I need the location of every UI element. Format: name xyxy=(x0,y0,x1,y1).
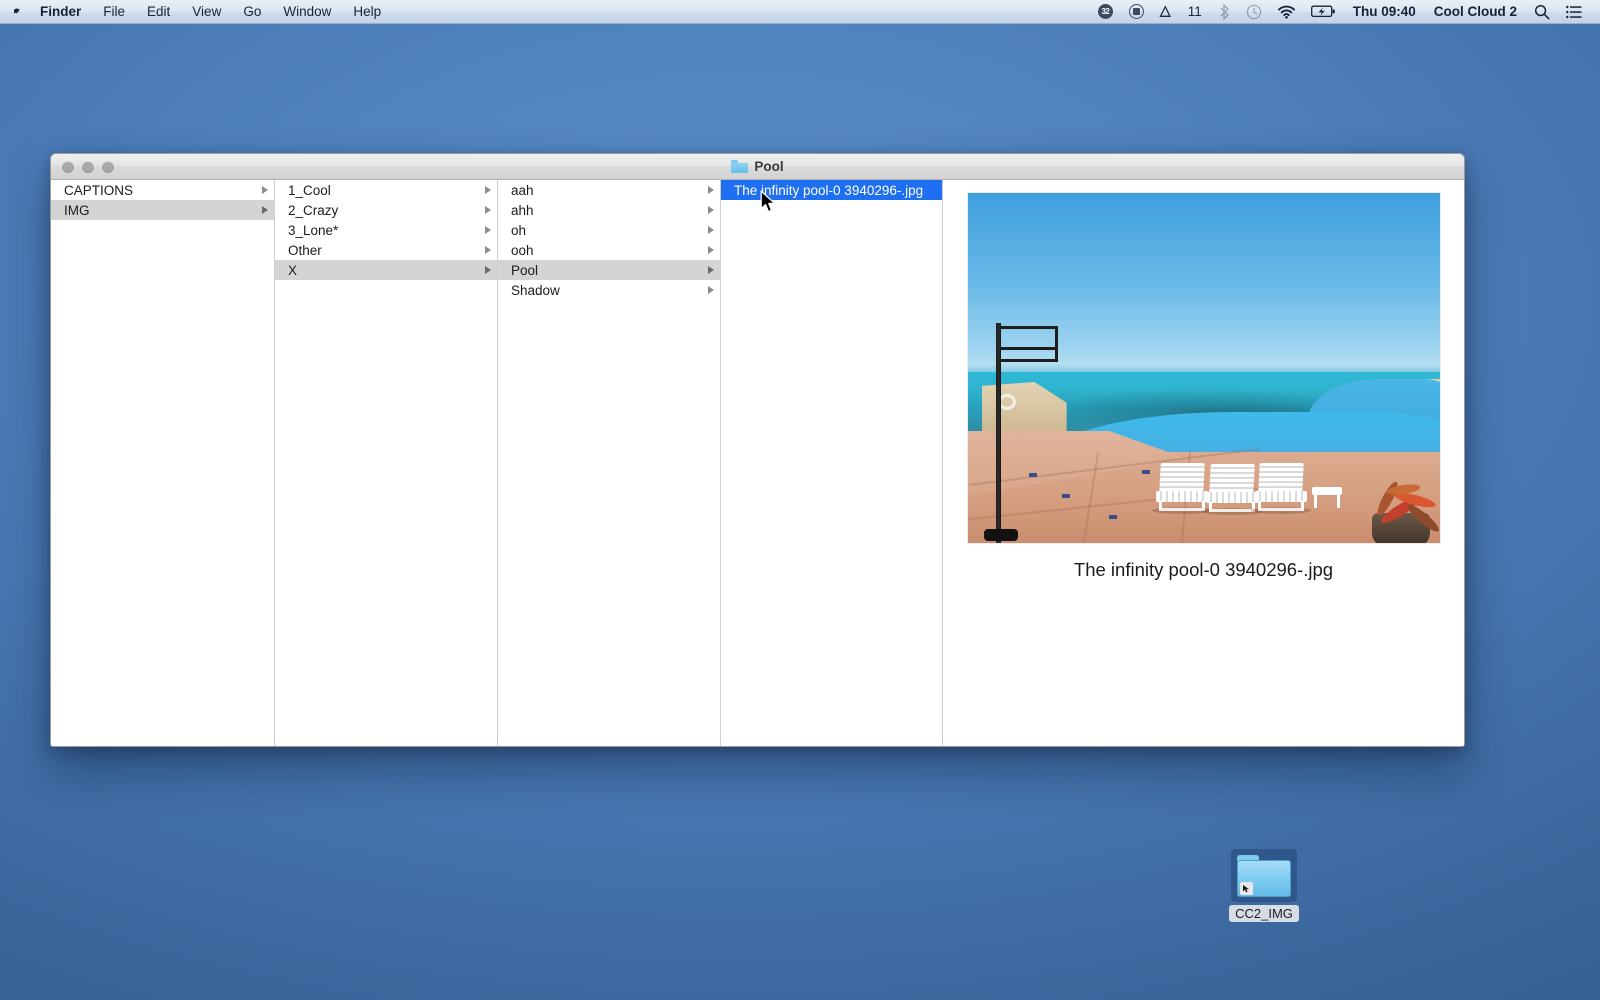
menu-item-file[interactable]: File xyxy=(92,0,136,24)
minimize-button[interactable] xyxy=(82,160,94,173)
list-item-x[interactable]: X xyxy=(275,260,497,280)
menu-item-go[interactable]: Go xyxy=(232,0,272,24)
list-item-aah[interactable]: aah xyxy=(498,180,720,200)
list-item-ahh[interactable]: ahh xyxy=(498,200,720,220)
alias-badge-icon xyxy=(1240,881,1253,895)
adobe-a-icon[interactable]: △ xyxy=(1152,0,1179,24)
list-item-label: IMG xyxy=(64,202,90,218)
list-item-oh[interactable]: oh xyxy=(498,220,720,240)
desktop-icon-label: CC2_IMG xyxy=(1229,905,1299,922)
list-item-label: ooh xyxy=(511,242,534,258)
disclosure-arrow-icon xyxy=(485,266,491,274)
list-item-label: The infinity pool-0 3940296-.jpg xyxy=(734,182,924,198)
disclosure-arrow-icon xyxy=(708,186,714,194)
browser-column-1[interactable]: CAPTIONS IMG xyxy=(51,180,275,746)
menu-item-view[interactable]: View xyxy=(181,0,232,24)
window-title-text: Pool xyxy=(754,159,784,174)
list-item-pool[interactable]: Pool xyxy=(498,260,720,280)
menu-user-name[interactable]: Cool Cloud 2 xyxy=(1425,0,1526,24)
apple-logo-icon[interactable] xyxy=(14,3,29,21)
list-item-2-crazy[interactable]: 2_Crazy xyxy=(275,200,497,220)
list-item-label: 2_Crazy xyxy=(288,202,339,218)
disclosure-arrow-icon xyxy=(262,206,268,214)
list-item-label: ahh xyxy=(511,202,534,218)
menu-item-help[interactable]: Help xyxy=(342,0,392,24)
disclosure-arrow-icon xyxy=(485,246,491,254)
menu-clock[interactable]: Thu 09:40 xyxy=(1344,0,1425,24)
notification-center-icon[interactable] xyxy=(1558,0,1590,24)
browser-column-3[interactable]: aah ahh oh ooh Pool Shadow xyxy=(498,180,721,746)
list-item-label: X xyxy=(288,262,298,278)
folder-icon xyxy=(731,160,749,173)
list-item-label: Shadow xyxy=(511,282,560,298)
traffic-lights xyxy=(51,160,114,173)
disclosure-arrow-icon xyxy=(485,206,491,214)
menu-item-finder[interactable]: Finder xyxy=(29,0,92,24)
zoom-button[interactable] xyxy=(102,160,114,173)
finder-window[interactable]: Pool CAPTIONS IMG 1_Cool 2_Crazy 3_Lone*… xyxy=(50,153,1465,747)
list-item-ooh[interactable]: ooh xyxy=(498,240,720,260)
window-title: Pool xyxy=(51,159,1464,174)
lounge-chair xyxy=(1201,464,1262,516)
badge-count-value: 32 xyxy=(1097,4,1113,19)
list-item-1-cool[interactable]: 1_Cool xyxy=(275,180,497,200)
list-item-shadow[interactable]: Shadow xyxy=(498,280,720,300)
browser-column-2[interactable]: 1_Cool 2_Crazy 3_Lone* Other X xyxy=(275,180,498,746)
menu-item-window[interactable]: Window xyxy=(272,0,342,24)
battery-charging-icon[interactable] xyxy=(1303,0,1344,24)
list-item-label: CAPTIONS xyxy=(64,182,134,198)
browser-column-4[interactable]: The infinity pool-0 3940296-.jpg xyxy=(721,180,943,746)
badge-count-icon[interactable]: 32 xyxy=(1090,0,1121,24)
disclosure-arrow-icon xyxy=(485,186,491,194)
list-item-captions[interactable]: CAPTIONS xyxy=(51,180,274,200)
disclosure-arrow-icon xyxy=(708,226,714,234)
preview-content: The infinity pool-0 3940296-.jpg xyxy=(943,180,1464,581)
lounge-chair xyxy=(1251,462,1312,514)
preview-pane: The infinity pool-0 3940296-.jpg xyxy=(943,180,1464,746)
record-stop-icon[interactable] xyxy=(1121,0,1152,24)
disclosure-arrow-icon xyxy=(708,246,714,254)
menu-bar-left: Finder File Edit View Go Window Help xyxy=(0,0,392,24)
menu-bar: Finder File Edit View Go Window Help 32 … xyxy=(0,0,1600,24)
disclosure-arrow-icon xyxy=(485,226,491,234)
adobe-count-label: 11 xyxy=(1187,3,1202,19)
list-item-label: Pool xyxy=(511,262,539,278)
menu-item-edit[interactable]: Edit xyxy=(136,0,181,24)
preview-filename: The infinity pool-0 3940296-.jpg xyxy=(1073,559,1334,580)
column-browser: CAPTIONS IMG 1_Cool 2_Crazy 3_Lone* Othe… xyxy=(51,180,1464,746)
list-item-label: aah xyxy=(511,182,534,198)
disclosure-arrow-icon xyxy=(708,286,714,294)
search-icon[interactable] xyxy=(1526,0,1558,24)
disclosure-arrow-icon xyxy=(708,266,714,274)
side-table xyxy=(1312,487,1343,509)
infinity-pool-photo xyxy=(967,193,1440,543)
list-item-img[interactable]: IMG xyxy=(51,200,274,220)
list-item-label: 1_Cool xyxy=(288,182,331,198)
lounge-chair xyxy=(1152,462,1213,514)
desktop-icon-cc2-img[interactable]: CC2_IMG xyxy=(1228,849,1300,931)
wifi-icon[interactable] xyxy=(1270,0,1303,24)
disclosure-arrow-icon xyxy=(708,206,714,214)
list-item-3-lone[interactable]: 3_Lone* xyxy=(275,220,497,240)
bluetooth-icon[interactable] xyxy=(1211,0,1238,24)
disclosure-arrow-icon xyxy=(262,186,268,194)
window-title-bar[interactable]: Pool xyxy=(51,154,1464,180)
list-item-label: oh xyxy=(511,222,527,238)
close-button[interactable] xyxy=(62,160,74,173)
list-item-label: 3_Lone* xyxy=(288,222,339,238)
folder-alias-icon xyxy=(1231,849,1297,902)
list-item-other[interactable]: Other xyxy=(275,240,497,260)
menu-bar-status-area: 32 △ 11 Thu 09:40 Cool Cloud 2 xyxy=(1090,0,1600,24)
time-machine-icon[interactable] xyxy=(1238,0,1270,24)
list-item-selected-file[interactable]: The infinity pool-0 3940296-.jpg xyxy=(721,180,942,200)
list-item-label: Other xyxy=(288,242,322,258)
